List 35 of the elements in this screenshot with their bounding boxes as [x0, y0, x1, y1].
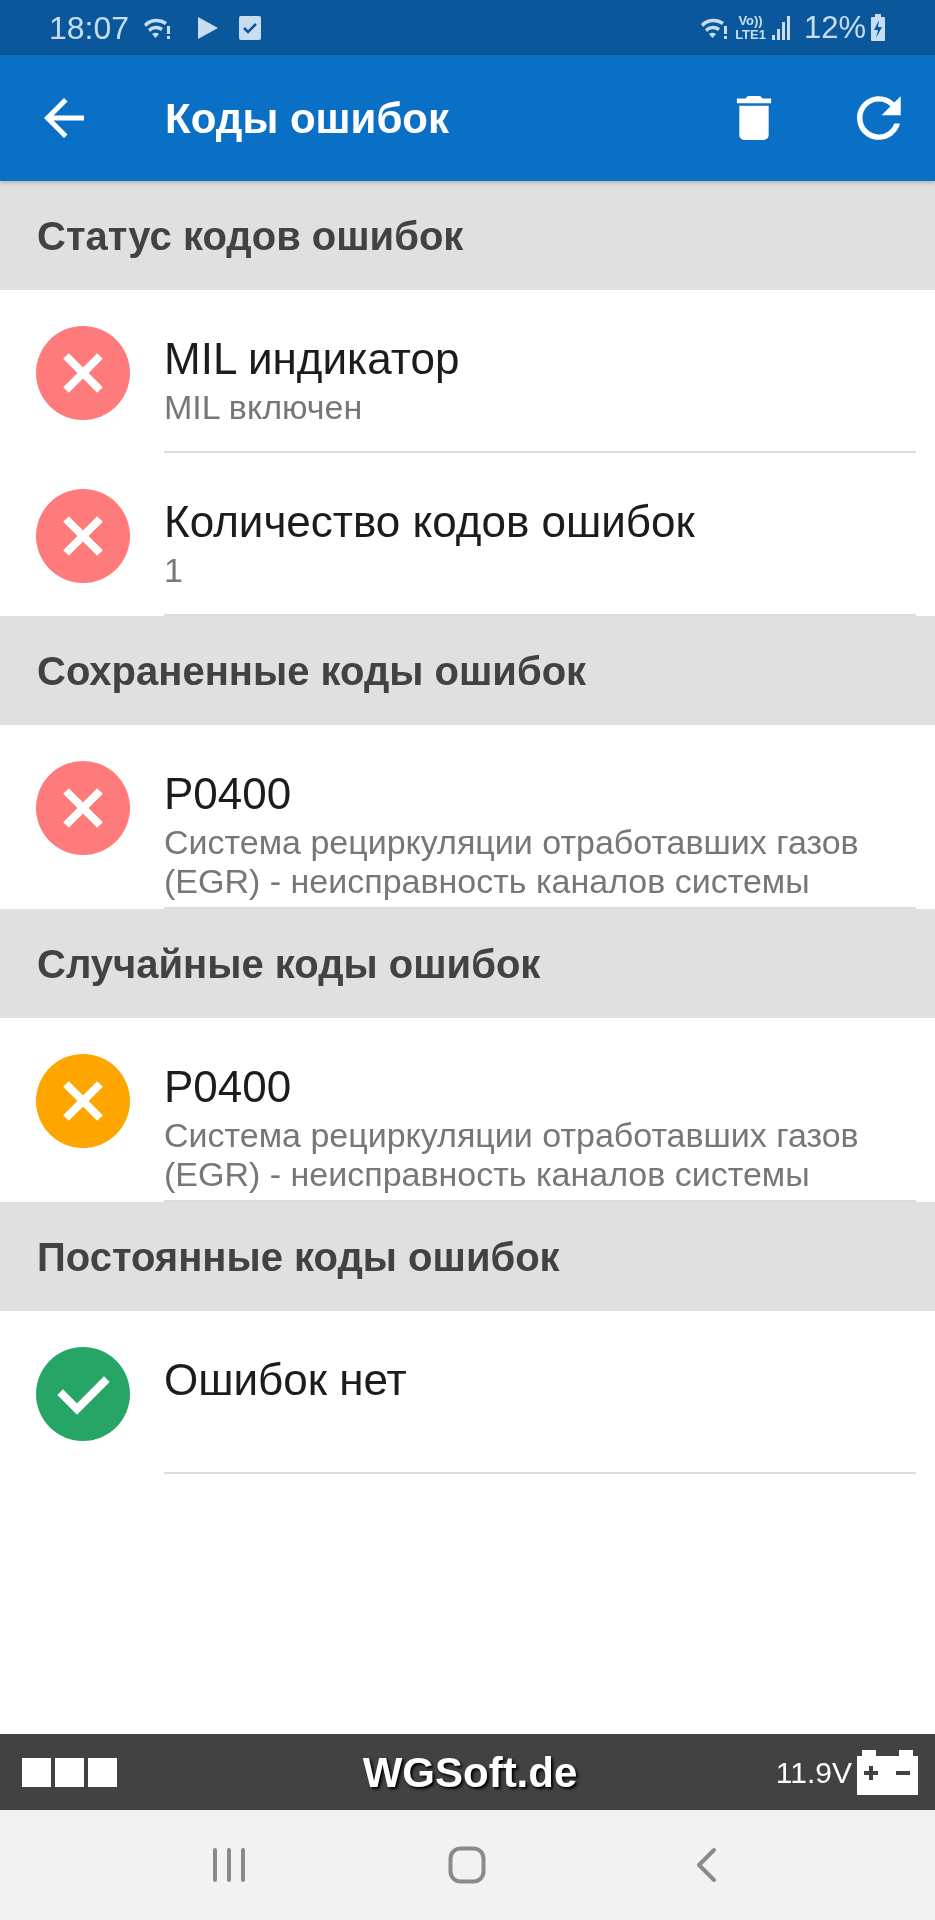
signal-bars-icon: [771, 15, 790, 40]
square-icon: [22, 1757, 51, 1787]
section-header: Постоянные коды ошибок: [0, 1202, 935, 1311]
item-subtitle: MIL включен: [164, 388, 364, 427]
voltage-reading: 11.9V: [775, 1754, 852, 1791]
back-arrow-icon: [44, 98, 84, 138]
recent-apps-icon: [212, 1848, 247, 1882]
section-header: Статус кодов ошибок: [0, 181, 935, 290]
item-title: P0400: [164, 768, 293, 820]
item-title: P0400: [164, 1061, 293, 1113]
checkbox-icon: [239, 15, 262, 40]
square-icon: [88, 1757, 117, 1787]
car-battery-icon: [857, 1749, 918, 1795]
play-icon: [198, 16, 219, 39]
network-type-label: LTE1: [735, 27, 766, 42]
refresh-icon: [857, 96, 901, 140]
item-subtitle: Система рециркуляции отработавших газов (EGR) - неисправность каналов системы: [164, 1116, 860, 1194]
battery-percent: 12%: [803, 12, 866, 43]
square-icon: [55, 1757, 84, 1787]
item-title: MIL индикатор: [164, 333, 461, 385]
brand-name: WGSoft.de: [362, 1747, 578, 1798]
volte-label: Vo)): [738, 13, 763, 28]
item-title: Ошибок нет: [164, 1354, 408, 1406]
battery-charging-icon: [871, 14, 885, 41]
section-header: Случайные коды ошибок: [0, 909, 935, 1018]
item-subtitle: Система рециркуляции отработавших газов (EGR) - неисправность каналов системы: [164, 823, 860, 901]
chevron-left-icon: [694, 1847, 717, 1883]
home-icon: [448, 1846, 487, 1884]
screen-title: Коды ошибок: [165, 93, 450, 144]
item-subtitle: 1: [164, 551, 184, 590]
back-button[interactable]: [44, 98, 84, 138]
section-header: Сохраненные коды ошибок: [0, 616, 935, 725]
trash-icon: [736, 96, 772, 140]
item-title: Количество кодов ошибок: [164, 496, 696, 548]
clock-time: 18:07: [49, 11, 130, 44]
